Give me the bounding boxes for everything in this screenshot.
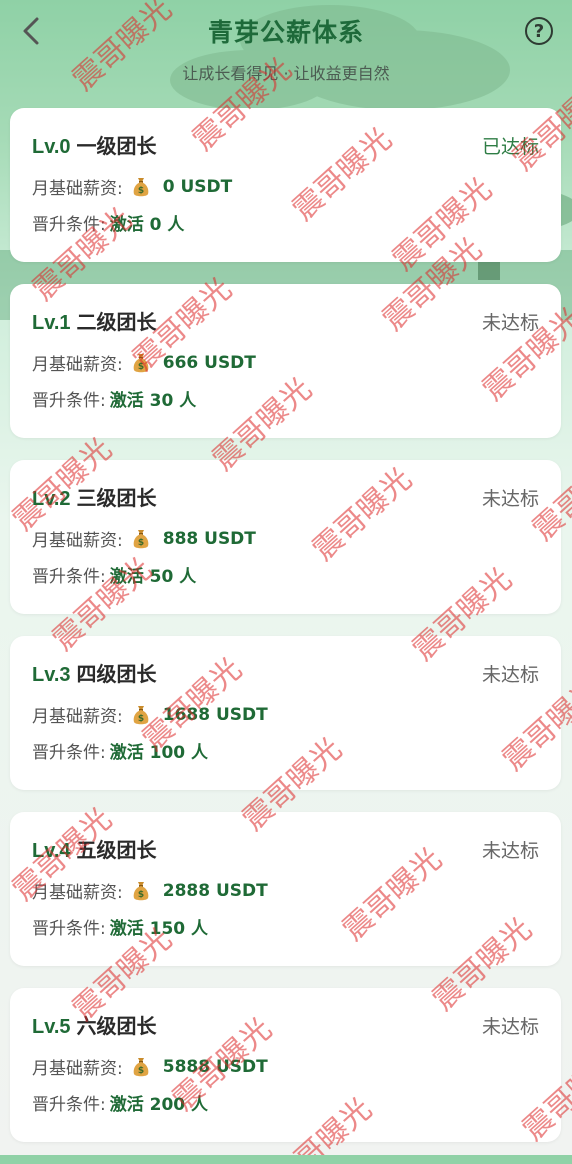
level-name: 三级团长: [76, 486, 157, 510]
level-code: Lv.0: [32, 136, 71, 158]
condition-label: 晋升条件:: [32, 743, 106, 763]
level-name: 五级团长: [76, 838, 157, 862]
salary-row: 月基础薪资: $1688 USDT: [32, 702, 268, 728]
condition-row: 晋升条件: 激活 200 人: [32, 1090, 208, 1115]
status-badge: 未达标: [481, 664, 539, 686]
salary-label: 月基础薪资:: [32, 355, 123, 375]
help-button[interactable]: ?: [525, 17, 553, 45]
money-bag-icon: $: [133, 177, 149, 196]
level-card[interactable]: Lv.2 三级团长 未达标月基础薪资: $888 USDT 晋升条件: 激活 50 人: [10, 460, 561, 614]
status-badge: 未达标: [481, 488, 539, 510]
question-circle-icon: ?: [533, 20, 545, 42]
salary-label: 月基础薪资:: [32, 707, 123, 727]
level-title: Lv.2 三级团长: [32, 482, 157, 511]
svg-text:$: $: [138, 362, 144, 372]
condition-label: 晋升条件:: [32, 215, 106, 235]
money-bag-icon: $: [133, 705, 149, 724]
money-bag-icon: $: [133, 529, 149, 548]
money-bag-icon: $: [133, 881, 149, 900]
level-card[interactable]: Lv.5 六级团长 未达标月基础薪资: $5888 USDT 晋升条件: 激活 200 人: [10, 988, 561, 1142]
salary-row: 月基础薪资: $666 USDT: [32, 350, 256, 376]
condition-row: 晋升条件: 激活 50 人: [32, 562, 196, 587]
money-bag-icon: $: [133, 1057, 149, 1076]
header: 青芽公薪体系 ? 让成长看得见 · 让收益更自然: [0, 0, 572, 100]
level-code: Lv.3: [32, 664, 71, 686]
level-title: Lv.4 五级团长: [32, 834, 157, 863]
status-badge: 未达标: [481, 312, 539, 334]
condition-label: 晋升条件:: [32, 1095, 106, 1115]
svg-text:$: $: [138, 538, 144, 548]
level-card[interactable]: Lv.0 一级团长 已达标月基础薪资: $0 USDT 晋升条件: 激活 0 人: [10, 108, 561, 262]
level-card[interactable]: Lv.3 四级团长 未达标月基础薪资: $1688 USDT 晋升条件: 激活 100 人: [10, 636, 561, 790]
condition-label: 晋升条件:: [32, 567, 106, 587]
condition-label: 晋升条件:: [32, 391, 106, 411]
svg-text:$: $: [138, 1066, 144, 1076]
salary-row: 月基础薪资: $2888 USDT: [32, 878, 268, 904]
page-title: 青芽公薪体系: [207, 18, 364, 47]
condition-value: 激活 30 人: [109, 391, 197, 411]
status-badge: 未达标: [481, 840, 539, 862]
page-subtitle: 让成长看得见 · 让收益更自然: [182, 64, 390, 83]
status-badge: 未达标: [481, 1016, 539, 1038]
condition-row: 晋升条件: 激活 150 人: [32, 914, 208, 939]
salary-value: 1688 USDT: [162, 704, 268, 725]
salary-value: 666 USDT: [162, 352, 256, 373]
salary-value: 2888 USDT: [162, 880, 268, 901]
level-name: 四级团长: [76, 662, 157, 686]
salary-value: 5888 USDT: [162, 1056, 268, 1077]
salary-value: 888 USDT: [162, 528, 256, 549]
salary-label: 月基础薪资:: [32, 531, 123, 551]
level-card[interactable]: Lv.4 五级团长 未达标月基础薪资: $2888 USDT 晋升条件: 激活 150 人: [10, 812, 561, 966]
level-name: 一级团长: [76, 134, 157, 158]
condition-label: 晋升条件:: [32, 919, 106, 939]
condition-value: 激活 200 人: [109, 1095, 209, 1115]
condition-value: 激活 0 人: [109, 215, 185, 235]
level-title: Lv.1 二级团长: [32, 306, 157, 335]
level-title: Lv.0 一级团长: [32, 130, 157, 159]
condition-row: 晋升条件: 激活 0 人: [32, 210, 184, 235]
salary-row: 月基础薪资: $5888 USDT: [32, 1054, 268, 1080]
level-name: 六级团长: [76, 1014, 157, 1038]
level-code: Lv.1: [32, 312, 71, 334]
level-title: Lv.5 六级团长: [32, 1010, 157, 1039]
salary-label: 月基础薪资:: [32, 179, 123, 199]
condition-value: 激活 150 人: [109, 919, 209, 939]
condition-row: 晋升条件: 激活 100 人: [32, 738, 208, 763]
svg-text:$: $: [138, 186, 144, 196]
salary-label: 月基础薪资:: [32, 1059, 123, 1079]
level-code: Lv.4: [32, 840, 71, 862]
salary-value: 0 USDT: [162, 176, 233, 197]
salary-row: 月基础薪资: $888 USDT: [32, 526, 256, 552]
status-badge: 已达标: [481, 136, 539, 158]
level-card[interactable]: Lv.1 二级团长 未达标月基础薪资: $666 USDT 晋升条件: 激活 30 人: [10, 284, 561, 438]
money-bag-icon: $: [133, 353, 149, 372]
svg-text:$: $: [138, 714, 144, 724]
svg-text:$: $: [138, 890, 144, 900]
level-name: 二级团长: [76, 310, 157, 334]
salary-row: 月基础薪资: $0 USDT: [32, 174, 233, 200]
level-code: Lv.5: [32, 1016, 71, 1038]
condition-row: 晋升条件: 激活 30 人: [32, 386, 196, 411]
level-list: Lv.0 一级团长 已达标 月基础薪资: $0 USDT 晋升条件: 激活 0 人 Lv.1 二…: [10, 108, 561, 1164]
salary-label: 月基础薪资:: [32, 883, 123, 903]
condition-value: 激活 50 人: [109, 567, 197, 587]
condition-value: 激活 100 人: [109, 743, 209, 763]
level-code: Lv.2: [32, 488, 71, 510]
level-title: Lv.3 四级团长: [32, 658, 157, 687]
